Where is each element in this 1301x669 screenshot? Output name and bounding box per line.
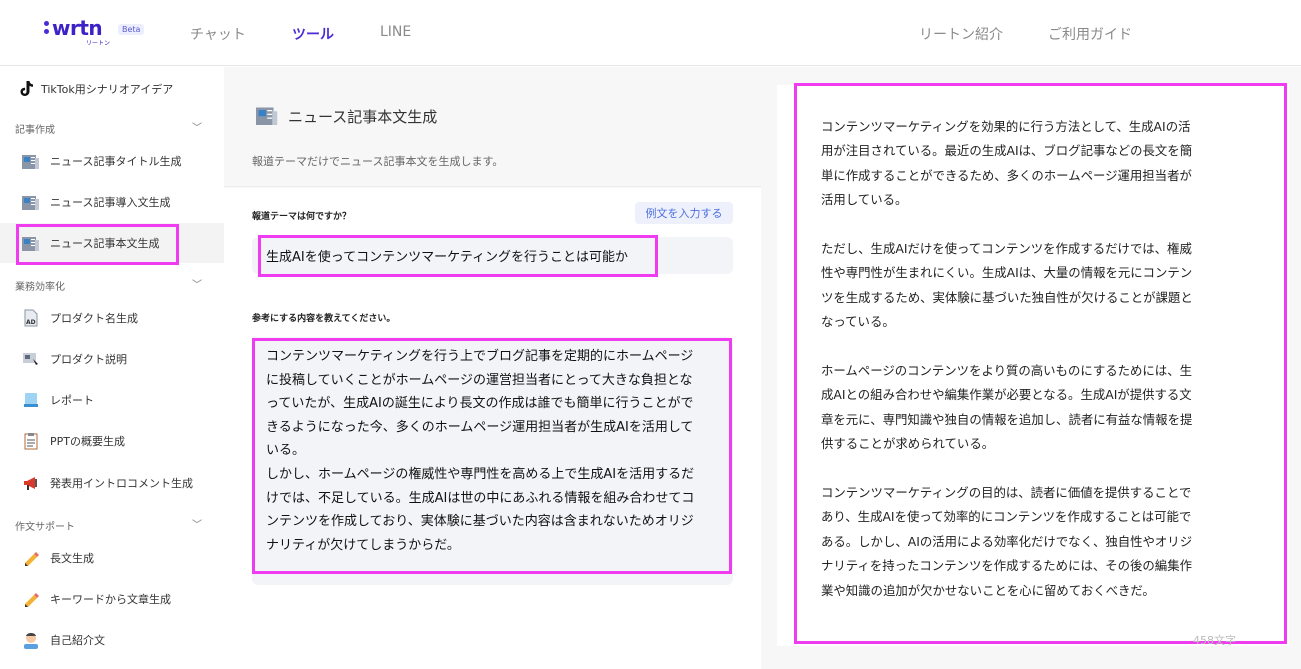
- sidebar-item-tiktok[interactable]: TikTok用シナリオアイデア: [0, 69, 224, 109]
- sidebar-item-label: レポート: [50, 394, 94, 407]
- result-line: 業や知識の追加が欠かせないことを心に留めておくべきだ。: [821, 582, 1155, 598]
- result-line: 性や専門性が生まれにくい。生成AIは、大量の情報を元にコンテン: [821, 265, 1193, 281]
- result-line: なっている。: [821, 314, 895, 330]
- page-description: 報道テーマだけでニュース記事本文を生成します。: [252, 155, 504, 168]
- question-label: 報道テーマは何ですか？: [252, 212, 352, 222]
- logo-sub: リートン: [86, 40, 111, 47]
- sidebar-item-product-name[interactable]: AD プロダクト名生成: [0, 298, 224, 338]
- result-text[interactable]: コンテンツマーケティングを効果的に行う方法として、生成AIの活 用が注目されてい…: [821, 115, 1231, 627]
- pencil-icon: [22, 549, 40, 567]
- sidebar-item-report[interactable]: レポート: [0, 380, 224, 420]
- sidebar-item-label: ニュース記事タイトル生成: [50, 155, 182, 168]
- chevron-down-icon[interactable]: ﹀: [192, 516, 202, 531]
- result-line: ホームページのコンテンツをより質の高いものにするためには、生: [821, 363, 1192, 379]
- result-line: 章を元に、専門知識や独自の情報を追加し、読者に有益な情報を提: [821, 411, 1193, 427]
- result-line: コンテンツマーケティングの目的は、読者に価値を提供することで: [821, 485, 1192, 501]
- presentation-icon: [22, 350, 40, 368]
- reference-label: 参考にする内容を教えてください。: [252, 314, 396, 324]
- sidebar-item-label: プロダクト名生成: [50, 312, 138, 325]
- textarea-line: しかし、ホームページの権威性や専門性を高める上で生成AIを活用するだ: [266, 466, 695, 482]
- reference-textarea-value: コンテンツマーケティングを行う上でブログ記事を定期的にホームページ に投稿してい…: [266, 345, 718, 557]
- person-icon: [22, 631, 40, 649]
- textarea-line: ナリティが欠けてしまうからだ。: [266, 537, 460, 553]
- beta-badge: Beta: [118, 24, 145, 35]
- result-paragraph: ホームページのコンテンツをより質の高いものにするためには、生 成AIとの組み合わ…: [821, 359, 1231, 457]
- result-line: ナリティを持ったコンテンツを作成するためには、その後の編集作: [821, 558, 1192, 574]
- nav-guide[interactable]: ご利用ガイド: [1048, 24, 1132, 44]
- sidebar-item-intro-comment[interactable]: 発表用イントロコメント生成: [0, 463, 224, 503]
- logo-text: wrtn: [52, 16, 103, 40]
- report-icon: [22, 391, 40, 409]
- result-line: 成AIとの組み合わせや編集作業が必要となる。生成AIが提供する文: [821, 387, 1192, 403]
- result-paragraph: コンテンツマーケティングの目的は、読者に価値を提供することで あり、生成AIを使…: [821, 481, 1231, 603]
- theme-input-value: 生成AIを使ってコンテンツマーケティングを行うことは可能か: [266, 250, 629, 265]
- newspaper-icon: [22, 193, 40, 211]
- megaphone-icon: [22, 474, 40, 492]
- example-input-button[interactable]: 例文を入力する: [635, 202, 733, 224]
- textarea-line: に投稿していくことがホームページの運営担当者にとって大きな負担とな: [266, 372, 693, 388]
- page-title: ニュース記事本文生成: [288, 107, 438, 126]
- result-line: 用が注目されている。最近の生成AIは、ブログ記事などの長文を簡: [821, 143, 1193, 159]
- newspaper-icon: [22, 152, 40, 170]
- selection-highlight: [16, 224, 179, 265]
- ad-document-icon: AD: [22, 309, 40, 327]
- section-productivity: 業務効率化: [15, 282, 65, 293]
- textarea-line: きるようになった今、多くのホームページ運用担当者が生成AIを活用して: [266, 419, 694, 435]
- sidebar-item-keyword-text[interactable]: キーワードから文章生成: [0, 579, 224, 619]
- sidebar-item-product-desc[interactable]: プロダクト説明: [0, 339, 224, 379]
- svg-text:AD: AD: [26, 319, 36, 326]
- char-count: 458文字: [1193, 634, 1236, 647]
- logo-dots: [44, 21, 49, 37]
- result-line: 活用している。: [821, 192, 908, 208]
- top-header: wrtn リートン Beta チャット ツール LINE リートン紹介 ご利用ガ…: [0, 0, 1301, 66]
- result-paragraph: ただし、生成AIだけを使ってコンテンツを作成するだけでは、権威 性や専門性が生ま…: [821, 237, 1231, 335]
- nav-line[interactable]: LINE: [380, 24, 411, 40]
- tiktok-icon: [18, 80, 36, 98]
- sidebar-item-label: ニュース記事導入文生成: [50, 196, 171, 209]
- textarea-line: ンテンツを作成しており、実体験に基づいた内容は含まれないためオリジ: [266, 514, 694, 530]
- sidebar: TikTok用シナリオアイデア 記事作成 ﹀ ニュース記事タイトル生成 ニュース…: [0, 67, 224, 669]
- result-line: ツを生成するため、実体験に基づいた独自性が欠けることが課題と: [821, 289, 1193, 305]
- result-line: 単に作成することができるため、多くのホームページ運用担当者が: [821, 167, 1192, 183]
- result-line: ある。しかし、AIの活用による効率化だけでなく、独自性やオリジ: [821, 533, 1193, 549]
- section-writing: 作文サポート: [15, 522, 75, 533]
- sidebar-item-news-title[interactable]: ニュース記事タイトル生成: [0, 141, 224, 181]
- page-title-row: ニュース記事本文生成: [256, 105, 437, 127]
- section-article: 記事作成: [15, 125, 55, 136]
- textarea-line: いる。: [266, 443, 306, 459]
- sidebar-item-long-text[interactable]: 長文生成: [0, 538, 224, 578]
- chevron-down-icon[interactable]: ﹀: [192, 276, 202, 291]
- sidebar-item-label: TikTok用シナリオアイデア: [41, 83, 174, 96]
- wrtn-logo[interactable]: wrtn リートン Beta: [44, 18, 154, 48]
- pencil-icon: [22, 590, 40, 608]
- textarea-line: っていたが、生成AIの誕生により長文の作成は誰でも簡単に行うことがで: [266, 396, 694, 412]
- result-line: コンテンツマーケティングを効果的に行う方法として、生成AIの活: [821, 119, 1191, 134]
- nav-tools[interactable]: ツール: [292, 24, 334, 44]
- result-line: あり、生成AIを使って効率的にコンテンツを作成することは可能で: [821, 509, 1192, 525]
- sidebar-item-ppt[interactable]: PPTの概要生成: [0, 421, 224, 461]
- result-line: 供することが求められている。: [821, 436, 995, 452]
- sidebar-item-self-intro[interactable]: 自己紹介文: [0, 620, 224, 660]
- sidebar-item-label: キーワードから文章生成: [50, 593, 171, 606]
- sidebar-item-news-intro[interactable]: ニュース記事導入文生成: [0, 182, 224, 222]
- sidebar-item-label: 自己紹介文: [50, 634, 105, 647]
- textarea-line: けでは、不足している。生成AIは世の中にあふれる情報を組み合わせてコ: [266, 490, 695, 506]
- chevron-down-icon[interactable]: ﹀: [192, 119, 202, 134]
- newspaper-icon: [256, 105, 278, 127]
- sidebar-item-label: 長文生成: [50, 552, 94, 565]
- nav-chat[interactable]: チャット: [190, 24, 246, 44]
- tool-header: ニュース記事本文生成 報道テーマだけでニュース記事本文を生成します。: [224, 67, 761, 187]
- sidebar-item-label: プロダクト説明: [50, 353, 127, 366]
- result-paragraph: コンテンツマーケティングを効果的に行う方法として、生成AIの活 用が注目されてい…: [821, 115, 1231, 213]
- nav-about[interactable]: リートン紹介: [919, 24, 1003, 44]
- textarea-line: コンテンツマーケティングを行う上でブログ記事を定期的にホームページ: [266, 349, 694, 364]
- sidebar-item-label: 発表用イントロコメント生成: [50, 477, 193, 490]
- clipboard-icon: [22, 432, 40, 450]
- result-line: ただし、生成AIだけを使ってコンテンツを作成するだけでは、権威: [821, 241, 1192, 257]
- sidebar-item-label: PPTの概要生成: [50, 435, 125, 448]
